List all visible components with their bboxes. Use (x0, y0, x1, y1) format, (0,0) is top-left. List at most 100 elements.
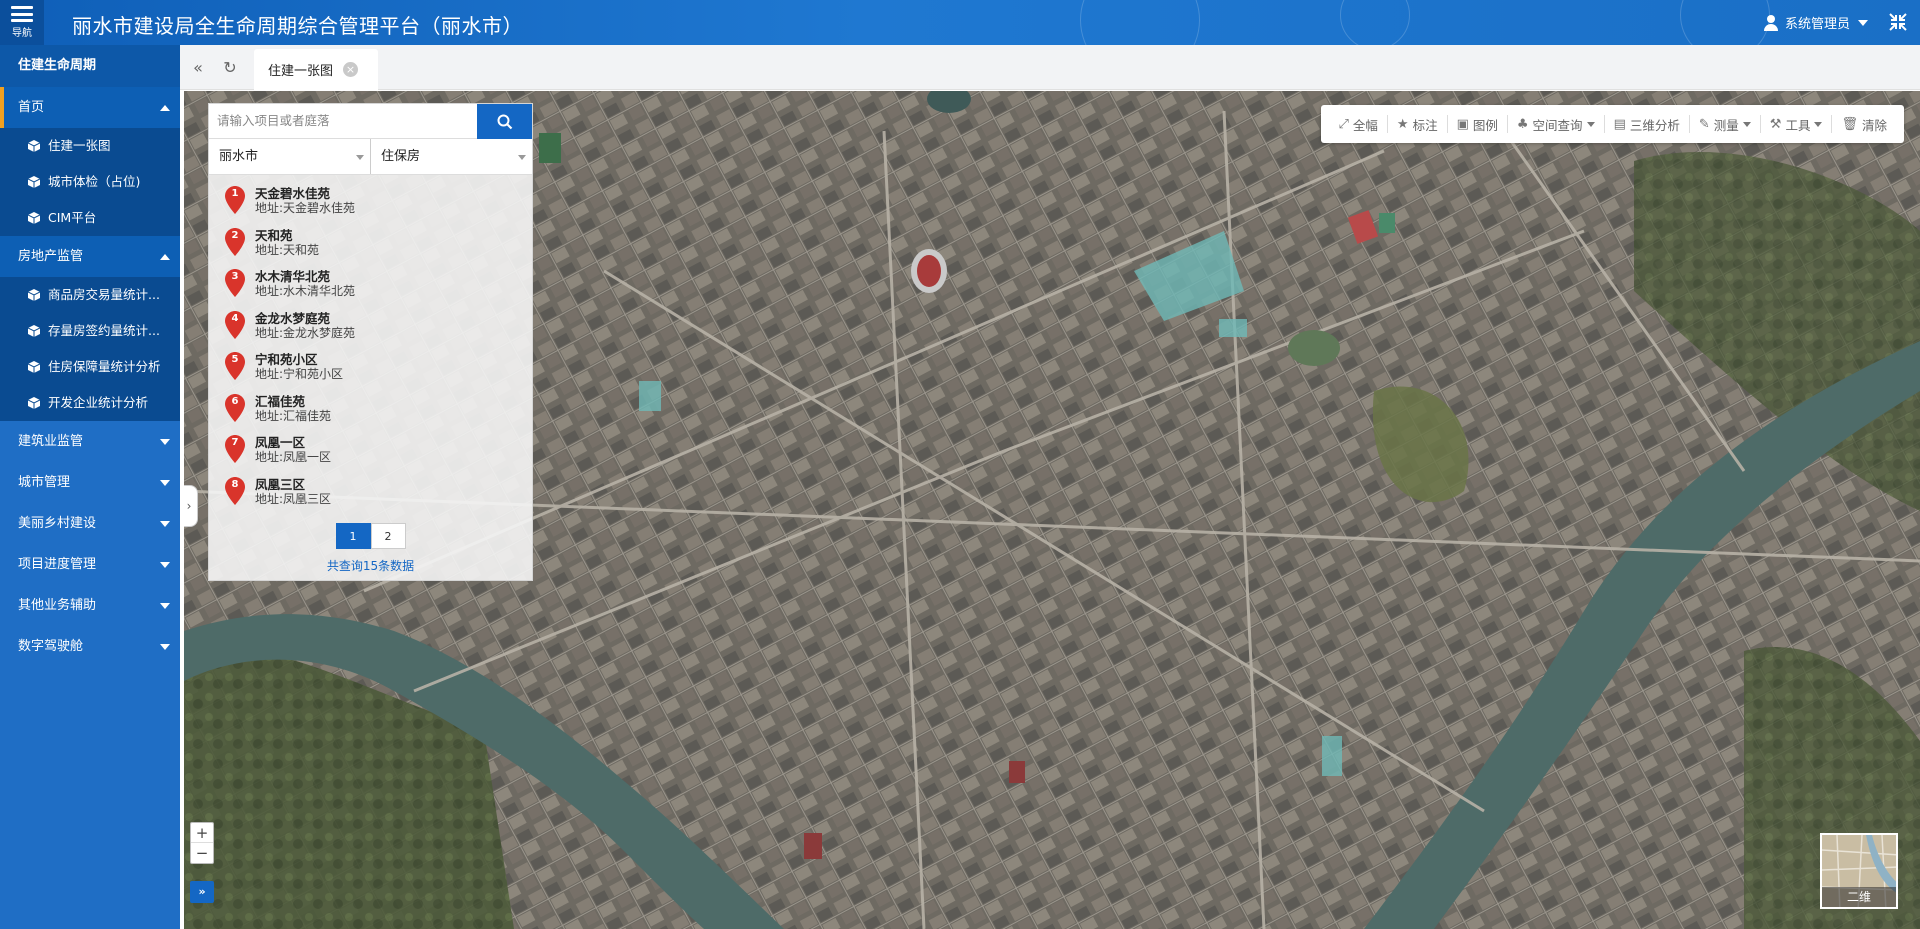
zoom-out-button[interactable]: − (191, 843, 213, 863)
sidebar-item-cim[interactable]: CIM平台 (0, 200, 180, 236)
map-view[interactable]: 丽水市 住保房 1 天金碧水佳苑地址:天金碧水佳苑 2 天和苑地址:天和苑 3 … (184, 91, 1920, 929)
analysis-3d-button[interactable]: ▤ 三维分析 (1605, 115, 1690, 133)
measure-dropdown[interactable]: ✎ 测量 (1690, 115, 1761, 133)
star-icon: ★ (1396, 116, 1409, 132)
sidebar-item-commercial-housing[interactable]: 商品房交易量统计... (0, 277, 180, 313)
search-panel: 丽水市 住保房 1 天金碧水佳苑地址:天金碧水佳苑 2 天和苑地址:天和苑 3 … (208, 103, 533, 581)
city-select[interactable]: 丽水市 (209, 139, 371, 174)
fullview-button[interactable]: ⤢ 全幅 (1329, 115, 1388, 133)
chevron-down-icon (356, 155, 364, 160)
sidebar-group-construction[interactable]: 建筑业监管 (0, 421, 180, 462)
user-icon (1763, 14, 1779, 31)
page-button[interactable]: 1 (335, 523, 371, 549)
sidebar-group-rural[interactable]: 美丽乡村建设 (0, 503, 180, 544)
sidebar-group-label: 美丽乡村建设 (18, 516, 97, 531)
hamburger-icon (11, 6, 33, 22)
spatial-query-dropdown[interactable]: ♣ 空间查询 (1508, 115, 1605, 133)
chevron-down-icon (160, 562, 170, 568)
tab-map[interactable]: 住建一张图 × (254, 49, 379, 90)
result-total: 共查询15条数据 (326, 559, 415, 573)
sidebar-item-housing-security[interactable]: 住房保障量统计分析 (0, 349, 180, 385)
page-button[interactable]: 2 (370, 523, 406, 549)
sidebar-item-label: 开发企业统计分析 (48, 395, 149, 410)
map-toolbar: ⤢ 全幅 ★ 标注 ▣ 图例 ♣ 空间查询 ▤ 三维分析 ✎ 测量 ⚒ 工具 🗑 清除 (1321, 105, 1904, 143)
panel-toggle-handle[interactable]: › (184, 485, 198, 527)
cube-icon (28, 140, 40, 152)
image-icon: ▣ (1456, 116, 1469, 132)
list-item[interactable]: 6 汇福佳苑 地址:汇福佳苑 (209, 387, 532, 429)
tools-dropdown[interactable]: ⚒ 工具 (1761, 115, 1833, 133)
result-name: 汇福佳苑 (255, 393, 306, 409)
sidebar-group-dashboard[interactable]: 数字驾驶舱 (0, 626, 180, 667)
cube-icon (28, 289, 40, 301)
list-item[interactable]: 2 天和苑 地址:天和苑 (209, 221, 532, 263)
list-item[interactable]: 7 凤凰一区 地址:凤凰一区 (209, 428, 532, 470)
search-button[interactable] (477, 104, 532, 139)
list-item[interactable]: 1 天金碧水佳苑 地址:天金碧水佳苑 (209, 179, 532, 221)
chevron-down-icon (160, 644, 170, 650)
sidebar-item-developers[interactable]: 开发企业统计分析 (0, 385, 180, 421)
basemap-switcher[interactable]: 二维 (1820, 833, 1898, 909)
sidebar-group-other[interactable]: 其他业务辅助 (0, 585, 180, 626)
collapse-screen-icon[interactable] (1888, 12, 1908, 32)
mark-button[interactable]: ★ 标注 (1388, 115, 1448, 133)
pin-number: 2 (231, 229, 239, 241)
zoom-in-button[interactable]: + (191, 823, 213, 843)
refresh-icon[interactable]: ↻ (220, 58, 240, 78)
sidebar-item-label: 存量房签约量统计... (48, 323, 160, 338)
category-select[interactable]: 住保房 (371, 139, 532, 174)
expand-icon: ⤢ (1338, 116, 1349, 132)
tab-bar: « ↻ 住建一张图 × (180, 45, 1920, 90)
list-item[interactable]: 5 宁和苑小区 地址:宁和苑小区 (209, 345, 532, 387)
result-name: 金龙水梦庭苑 (255, 310, 331, 326)
list-item[interactable]: 4 金龙水梦庭苑 地址:金龙水梦庭苑 (209, 304, 532, 346)
zoom-control: + − (190, 822, 214, 864)
sidebar-group-city-management[interactable]: 城市管理 (0, 462, 180, 503)
search-input[interactable] (209, 104, 478, 139)
map-pin-icon: 8 (225, 476, 245, 505)
result-list: 1 天金碧水佳苑 地址:天金碧水佳苑 2 天和苑 地址:天和苑 3 水木清华北苑 地址… (209, 175, 532, 511)
header-decoration (1340, 0, 1410, 45)
pin-number: 6 (231, 395, 239, 407)
sidebar-group-home[interactable]: 首页 (0, 87, 180, 128)
header-decoration (1080, 0, 1200, 45)
sidebar-item-existing-housing[interactable]: 存量房签约量统计... (0, 313, 180, 349)
sidebar-group-label: 建筑业监管 (18, 434, 84, 449)
sidebar-group-label: 其他业务辅助 (18, 598, 97, 613)
map-pin-icon: 2 (225, 227, 245, 256)
tool-label: 三维分析 (1629, 117, 1680, 133)
user-menu[interactable]: 系统管理员 (1763, 13, 1868, 32)
legend-button[interactable]: ▣ 图例 (1448, 115, 1508, 133)
chevron-down-icon (160, 480, 170, 486)
city-select-value: 丽水市 (219, 149, 259, 164)
chevron-up-icon (160, 105, 170, 111)
map-pin-icon: 6 (225, 393, 245, 422)
clear-button[interactable]: 🗑 清除 (1832, 115, 1896, 133)
tab-label: 住建一张图 (268, 64, 334, 79)
chevron-down-icon (1742, 121, 1751, 127)
map-pin-icon: 4 (225, 310, 245, 339)
sidebar-item-label: CIM平台 (48, 210, 97, 225)
sidebar-group-real-estate[interactable]: 房地产监管 (0, 236, 180, 277)
trash-icon: 🗑 (1841, 116, 1858, 132)
sidebar-group-progress[interactable]: 项目进度管理 (0, 544, 180, 585)
sidebar-item-label: 住建一张图 (48, 138, 111, 153)
list-item[interactable]: 8 凤凰三区 地址:凤凰三区 (209, 470, 532, 512)
close-icon[interactable]: × (343, 62, 359, 77)
cube-icon (28, 361, 40, 373)
nav-menu-button[interactable]: 导航 (0, 0, 44, 45)
sidebar-item-city-check[interactable]: 城市体检（占位) (0, 164, 180, 200)
basemap-label: 二维 (1822, 887, 1896, 907)
sidebar-group-label: 首页 (18, 100, 45, 115)
double-chevron-left-icon[interactable]: « (188, 58, 208, 78)
list-item[interactable]: 3 水木清华北苑 地址:水木清华北苑 (209, 262, 532, 304)
result-name: 天金碧水佳苑 (255, 186, 331, 201)
sidebar-item-map[interactable]: 住建一张图 (0, 128, 180, 164)
result-address: 地址:凤凰一区 (255, 450, 332, 464)
expand-panel-button[interactable]: » (190, 881, 214, 903)
map-pin-icon: 7 (225, 435, 245, 463)
app-header: 导航 丽水市建设局全生命周期综合管理平台（丽水市） 系统管理员 (0, 0, 1920, 45)
sidebar-group-label: 项目进度管理 (18, 557, 97, 572)
tool-label: 工具 (1785, 117, 1811, 133)
chevron-down-icon (518, 155, 526, 160)
